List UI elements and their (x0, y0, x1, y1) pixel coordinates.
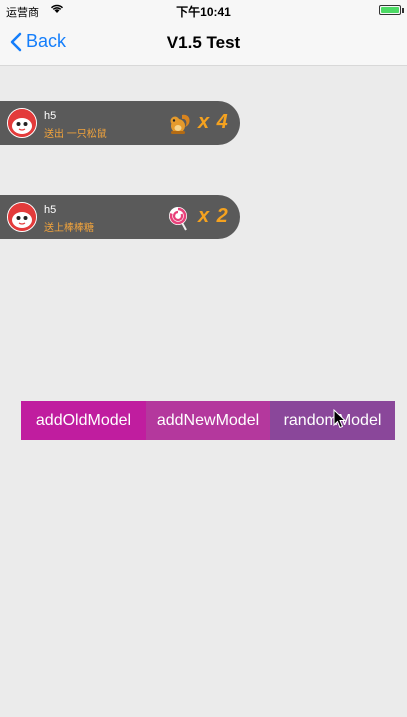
add-old-model-button[interactable]: addOldModel (21, 401, 146, 440)
lollipop-icon (167, 205, 193, 231)
avatar (7, 202, 37, 232)
gift-banner: h5 送上棒棒糖 x 2 (0, 195, 240, 239)
battery-icon (379, 5, 401, 15)
gift-count: x 4 (198, 111, 229, 133)
battery-tip (402, 8, 404, 13)
add-new-model-button[interactable]: addNewModel (146, 401, 270, 440)
gift-message: 送出 一只松鼠 (44, 129, 107, 140)
gift-message: 送上棒棒糖 (44, 223, 94, 234)
status-bar: 运营商 下午10:41 (0, 0, 407, 20)
status-time: 下午10:41 (176, 5, 231, 19)
gift-sender-name: h5 (44, 110, 57, 122)
avatar (7, 108, 37, 138)
mouse-cursor-icon (333, 408, 347, 434)
squirrel-icon (167, 111, 193, 137)
gift-banner: h5 送出 一只松鼠 x 4 (0, 101, 240, 145)
gift-sender-name: h5 (44, 204, 57, 216)
navigation-bar: Back V1.5 Test (0, 20, 407, 66)
gift-count: x 2 (198, 205, 229, 227)
page-title: V1.5 Test (166, 33, 241, 52)
